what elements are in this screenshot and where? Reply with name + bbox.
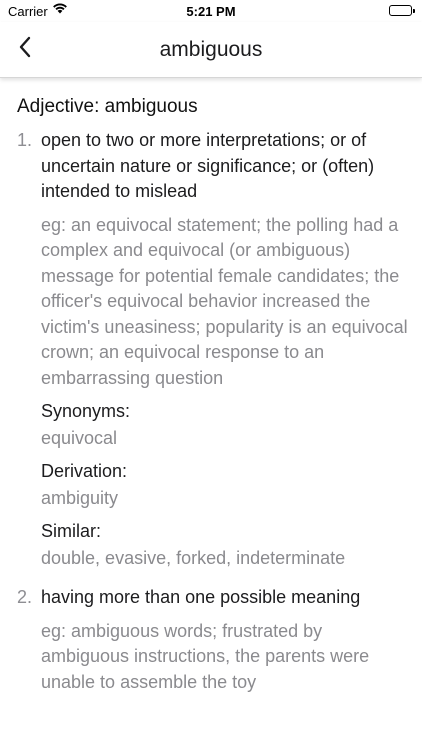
navigation-bar: ambiguous xyxy=(0,22,422,78)
chevron-left-icon xyxy=(18,36,32,63)
sense-definition: open to two or more interpretations; or … xyxy=(41,130,375,201)
battery-icon xyxy=(389,5,415,16)
sense-number: 1. xyxy=(17,130,33,150)
synonyms-value: equivocal xyxy=(41,428,118,448)
clock: 5:21 PM xyxy=(186,4,236,19)
sense-example: eg: an equivocal statement; the polling … xyxy=(41,214,408,388)
entry-content: Adjective: ambiguous 1. open to two or m… xyxy=(0,92,422,695)
sense-number: 2. xyxy=(17,587,33,607)
derivation-label: Derivation: xyxy=(41,461,128,481)
synonyms-label: Synonyms: xyxy=(41,401,131,421)
back-button[interactable] xyxy=(10,34,40,64)
derivation-value: ambiguity xyxy=(41,488,119,508)
sense-definition: having more than one possible meaning xyxy=(41,587,361,607)
status-bar: Carrier 5:21 PM xyxy=(0,0,422,22)
similar-value: double, evasive, forked, indeterminate xyxy=(41,548,346,568)
part-of-speech-heading: Adjective: ambiguous xyxy=(17,96,198,117)
sense-item: 1. open to two or more interpretations; … xyxy=(0,128,422,571)
sense-item: 2. having more than one possible meaning… xyxy=(0,585,422,695)
sense-example: eg: ambiguous words; frustrated by ambig… xyxy=(41,620,370,692)
similar-label: Similar: xyxy=(41,521,102,541)
page-title: ambiguous xyxy=(159,38,263,61)
